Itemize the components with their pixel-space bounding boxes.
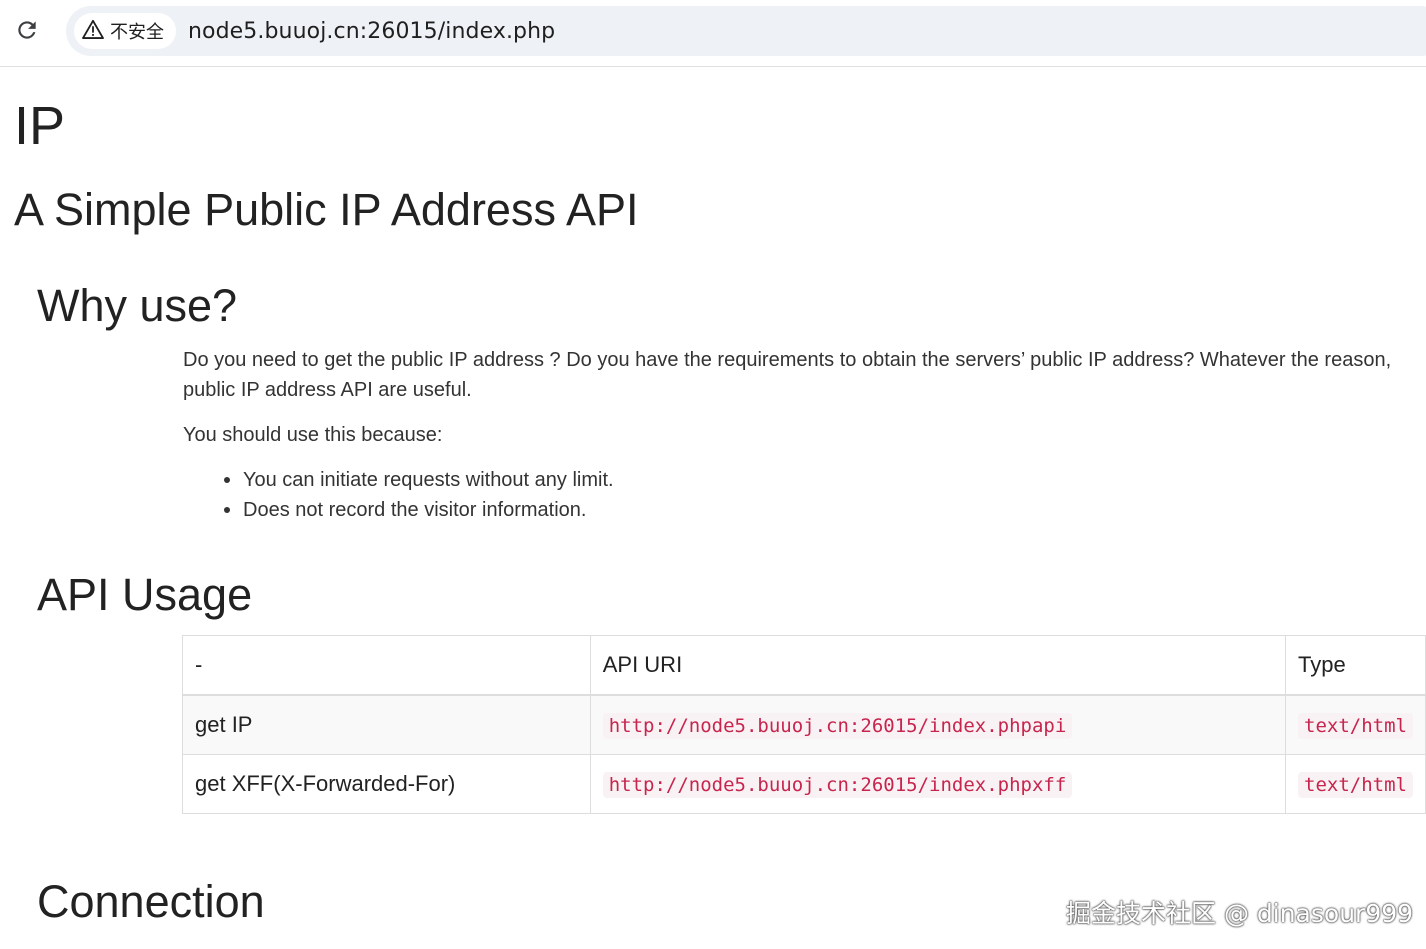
table-header-cell: - [182,635,591,696]
connection-heading: Connection [37,876,265,927]
address-bar[interactable]: 不安全 node5.buuoj.cn:26015/index.php [66,6,1426,56]
api-type-code: text/html [1298,713,1413,739]
api-usage-heading: API Usage [37,569,253,620]
security-label: 不安全 [110,22,164,43]
security-chip[interactable]: 不安全 [74,13,176,49]
table-header-row: - API URI Type [182,635,1426,696]
warning-icon [82,19,104,44]
url-text[interactable]: node5.buuoj.cn:26015/index.php [188,19,555,44]
why-paragraph-line-2: public IP address API are useful. [183,379,472,401]
api-name-cell: get IP [182,694,591,755]
browser-toolbar: 不安全 node5.buuoj.cn:26015/index.php [0,0,1426,67]
api-type-cell: text/html [1285,694,1426,755]
why-intro: You should use this because: [183,424,443,446]
api-name-cell: get XFF(X-Forwarded-For) [182,754,591,814]
why-paragraph-line-1: Do you need to get the public IP address… [183,349,1392,371]
api-uri-cell: http://node5.buuoj.cn:26015/index.phpxff [589,754,1287,814]
page-title: IP [14,96,66,156]
api-uri-cell: http://node5.buuoj.cn:26015/index.phpapi [589,694,1287,755]
reload-icon[interactable] [14,17,40,43]
api-uri-code: http://node5.buuoj.cn:26015/index.phpxff [602,772,1073,798]
list-item: You can initiate requests without any li… [183,465,614,495]
reasons-list: You can initiate requests without any li… [183,465,614,525]
why-heading: Why use? [37,280,238,331]
watermark: 掘金技术社区 @ dinasour999 [1066,899,1414,928]
page-subtitle: A Simple Public IP Address API [14,184,639,235]
api-uri-code: http://node5.buuoj.cn:26015/index.phpapi [602,713,1073,739]
table-header-cell: API URI [589,635,1287,696]
api-type-cell: text/html [1285,754,1426,814]
table-row: get XFF(X-Forwarded-For) http://node5.bu… [182,754,1426,814]
table-row: get IP http://node5.buuoj.cn:26015/index… [182,694,1426,755]
table-header-cell: Type [1285,635,1426,696]
api-table: - API URI Type get IP http://node5.buuoj… [182,635,1426,814]
api-type-code: text/html [1298,772,1413,798]
list-item: Does not record the visitor information. [183,495,614,525]
